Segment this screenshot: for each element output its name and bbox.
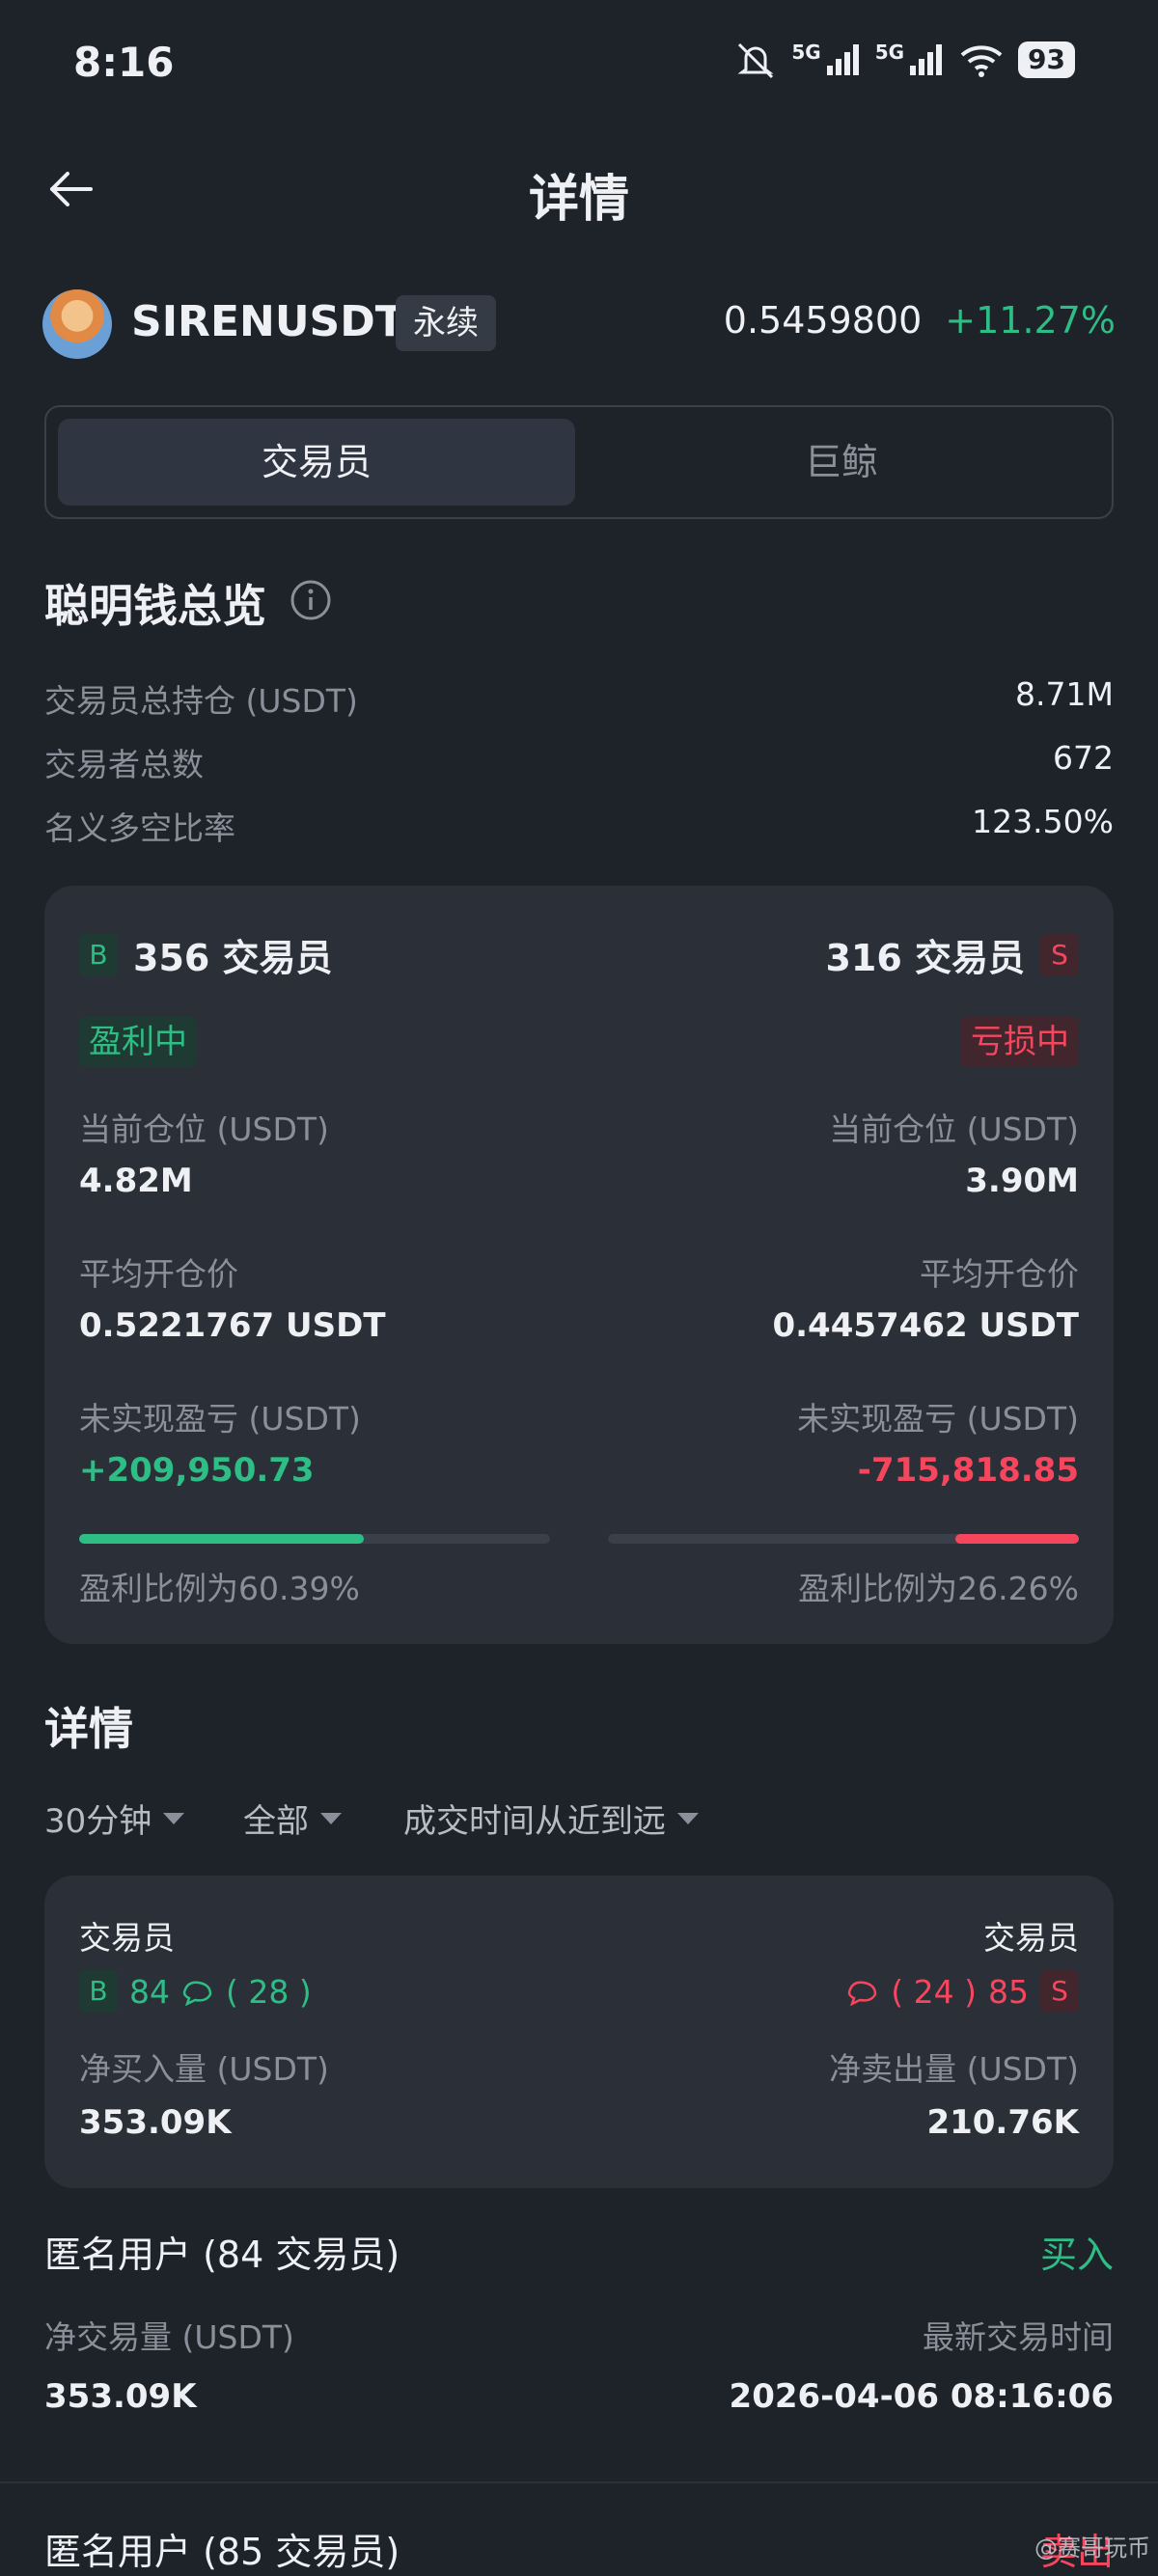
network-5g-label: 5G: [791, 41, 821, 64]
sell-badge: S: [1040, 1970, 1079, 2013]
overview-label: 交易员总持仓 (USDT): [44, 682, 358, 720]
sell-count: 85: [988, 1972, 1029, 2011]
network-5g-label-2: 5G: [874, 41, 905, 64]
long-profit-ratio: 盈利比例为60.39%: [79, 1570, 360, 1607]
short-profit-bar-fill: [954, 1534, 1079, 1544]
buy-traders-title: 交易员: [79, 1919, 175, 1957]
long-header: B 356 交易员: [79, 928, 333, 981]
overview-row-total-position: 交易员总持仓 (USDT) 8.71M: [44, 671, 1114, 720]
long-position-label: 当前仓位 (USDT): [79, 1110, 329, 1148]
tab-whales[interactable]: 巨鲸: [583, 419, 1100, 506]
buy-whale-count: ( 28 ): [226, 1972, 312, 2011]
overview-label: 交易者总数: [44, 746, 204, 783]
status-icons: 5G 5G 93: [733, 41, 1075, 79]
perpetual-tag: 永续: [396, 295, 496, 351]
short-position-value: 3.90M: [965, 1162, 1079, 1200]
sell-traders-count: ( 24 ) 85 S: [846, 1970, 1079, 2013]
short-avg-price-label: 平均开仓价: [920, 1255, 1079, 1293]
net-volume-label: 净交易量 (USDT): [44, 2318, 294, 2356]
price-change-percent: +11.27%: [945, 299, 1116, 342]
net-sell-label: 净卖出量 (USDT): [829, 2050, 1079, 2088]
battery-indicator: 93: [1018, 41, 1075, 78]
trade-action-buy: 买入: [1039, 2233, 1114, 2276]
status-bar: 8:16 5G 5G 93: [0, 0, 1158, 125]
latest-trade-time-label: 最新交易时间: [923, 2318, 1114, 2356]
long-trader-count: 356 交易员: [133, 937, 333, 979]
profit-status-tag: 盈利中: [79, 1017, 197, 1067]
loss-status-tag: 亏损中: [961, 1017, 1079, 1067]
signal-icon: [826, 44, 859, 75]
net-sell-value: 210.76K: [926, 2103, 1079, 2142]
long-short-card: B 356 交易员 316 交易员 S 盈利中 亏损中 当前仓位 (USDT) …: [44, 886, 1114, 1644]
watermark: @赛哥玩币: [1034, 2535, 1150, 2562]
dropdown-caret-icon: [320, 1812, 342, 1824]
dropdown-caret-icon: [163, 1812, 185, 1824]
ticker-symbol: SIRENUSDT: [131, 297, 404, 346]
tab-traders[interactable]: 交易员: [58, 419, 575, 506]
whale-icon: [848, 1981, 877, 2006]
overview-value: 123.50%: [972, 803, 1114, 840]
details-title: 详情: [44, 1703, 133, 1755]
short-header: 316 交易员 S: [825, 928, 1079, 981]
short-trader-count: 316 交易员: [825, 937, 1025, 979]
net-buy-label: 净买入量 (USDT): [79, 2050, 329, 2088]
latest-trade-time-value: 2026-04-06 08:16:06: [729, 2377, 1114, 2416]
price-change: 0.5459800 +11.27%: [724, 299, 1116, 342]
divider: [0, 2481, 1158, 2483]
sell-traders-title: 交易员: [983, 1919, 1079, 1957]
page-title: 详情: [528, 171, 629, 229]
buy-badge: B: [79, 1970, 118, 2013]
short-pnl-label: 未实现盈亏 (USDT): [797, 1400, 1079, 1438]
short-avg-price-value: 0.4457462 USDT: [772, 1306, 1079, 1345]
overview-row-long-short-ratio: 名义多空比率 123.50%: [44, 799, 1114, 847]
buy-badge: B: [79, 933, 118, 976]
overview-row-trader-count: 交易者总数 672: [44, 735, 1114, 783]
tab-switcher: 交易员 巨鲸: [44, 405, 1114, 519]
type-label: 全部: [243, 1802, 309, 1841]
time-range-label: 30分钟: [44, 1802, 152, 1841]
wifi-icon: [960, 45, 1003, 77]
dropdown-caret-icon: [677, 1812, 699, 1824]
short-pnl-value: -715,818.85: [857, 1451, 1079, 1490]
type-filter[interactable]: 全部: [243, 1795, 342, 1842]
trade-user-name[interactable]: 匿名用户 (84 交易员): [44, 2225, 400, 2278]
net-buy-value: 353.09K: [79, 2103, 232, 2142]
short-position-label: 当前仓位 (USDT): [829, 1110, 1079, 1148]
trade-user-name[interactable]: 匿名用户 (85 交易员): [44, 2522, 400, 2575]
status-time: 8:16: [73, 39, 175, 86]
net-volume-value: 353.09K: [44, 2377, 197, 2416]
signal-icon-2: [910, 44, 943, 75]
whale-icon: [182, 1981, 212, 2006]
sort-label: 成交时间从近到远: [403, 1802, 666, 1841]
overview-title: 聪明钱总览: [44, 580, 266, 632]
trade-summary-card: 交易员 交易员 B 84 ( 28 ) ( 24 ) 85 S 净买入量 (US…: [44, 1876, 1114, 2188]
long-avg-price-label: 平均开仓价: [79, 1255, 238, 1293]
info-icon[interactable]: [290, 579, 332, 621]
overview-value: 672: [1053, 739, 1114, 777]
long-pnl-label: 未实现盈亏 (USDT): [79, 1400, 361, 1438]
long-avg-price-value: 0.5221767 USDT: [79, 1306, 386, 1345]
filter-row: 30分钟 全部 成交时间从近到远: [44, 1795, 1114, 1852]
short-profit-ratio: 盈利比例为26.26%: [798, 1570, 1079, 1607]
ticker-row: SIRENUSDT 永续 0.5459800 +11.27%: [42, 288, 1116, 361]
long-profit-bar-fill: [79, 1534, 364, 1544]
buy-traders-count: B 84 ( 28 ): [79, 1970, 312, 2013]
long-profit-bar: [79, 1534, 550, 1544]
overview-label: 名义多空比率: [44, 809, 235, 847]
last-price: 0.5459800: [723, 299, 923, 342]
overview-value: 8.71M: [1015, 675, 1114, 713]
buy-count: 84: [129, 1972, 170, 2011]
sell-badge: S: [1040, 933, 1079, 976]
time-range-filter[interactable]: 30分钟: [44, 1795, 185, 1842]
mute-bell-icon: [737, 42, 774, 79]
long-position-value: 4.82M: [79, 1162, 193, 1200]
sort-filter[interactable]: 成交时间从近到远: [403, 1795, 699, 1842]
long-pnl-value: +209,950.73: [79, 1451, 315, 1490]
sell-whale-count: ( 24 ): [891, 1972, 977, 2011]
coin-avatar: [42, 289, 112, 359]
header: 详情: [0, 145, 1158, 232]
short-profit-bar: [608, 1534, 1079, 1544]
